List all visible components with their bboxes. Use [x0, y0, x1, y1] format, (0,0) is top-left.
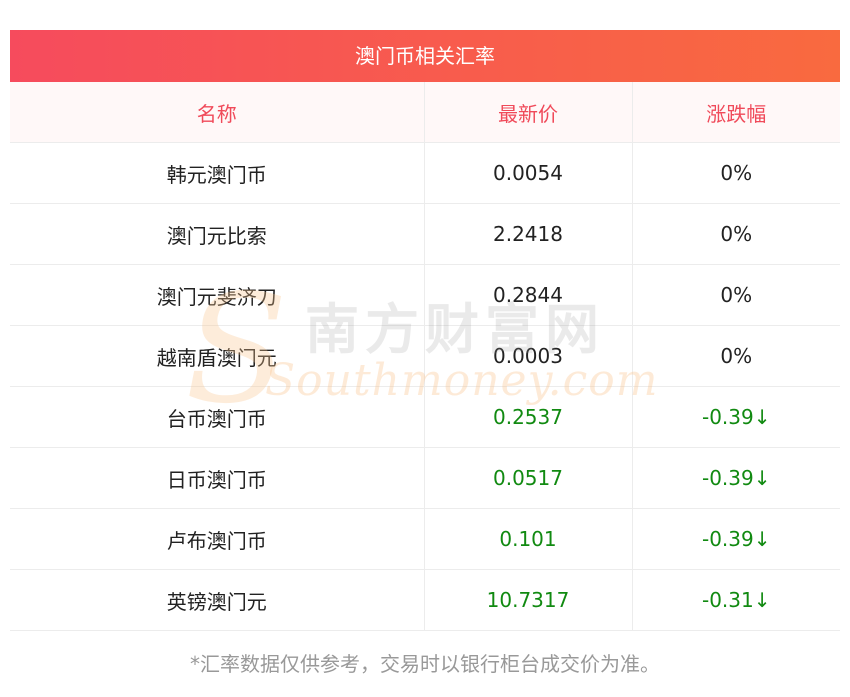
row-change: -0.39↓: [631, 447, 840, 509]
row-name: 英镑澳门元: [10, 569, 424, 631]
table-row[interactable]: 澳门元斐济刀 0.2844 0%: [10, 264, 840, 326]
row-name: 日币澳门币: [10, 447, 424, 509]
table-row[interactable]: 日币澳门币 0.0517 -0.39↓: [10, 447, 840, 509]
row-price: 0.2844: [423, 264, 632, 326]
row-change: 0%: [631, 325, 840, 387]
row-change: -0.31↓: [631, 569, 840, 631]
row-change: -0.39↓: [631, 386, 840, 448]
row-price: 0.101: [423, 508, 632, 570]
row-name: 澳门元斐济刀: [10, 264, 424, 326]
rate-table: 名称 最新价 涨跌幅 韩元澳门币 0.0054 0% 澳门元比索 2.2418 …: [10, 82, 840, 631]
row-name: 卢布澳门币: [10, 508, 424, 570]
page: 澳门币相关汇率 名称 最新价 涨跌幅 韩元澳门币 0.0054 0% 澳门元比索…: [0, 0, 850, 697]
card-title: 澳门币相关汇率: [10, 30, 840, 82]
table-row[interactable]: 越南盾澳门元 0.0003 0%: [10, 325, 840, 387]
table-row[interactable]: 台币澳门币 0.2537 -0.39↓: [10, 386, 840, 448]
row-name: 澳门元比索: [10, 203, 424, 265]
table-row[interactable]: 澳门元比索 2.2418 0%: [10, 203, 840, 265]
column-header-price: 最新价: [423, 82, 632, 143]
row-price: 0.0054: [423, 142, 632, 204]
row-change: -0.39↓: [631, 508, 840, 570]
table-header-row: 名称 最新价 涨跌幅: [10, 82, 840, 143]
row-price: 0.2537: [423, 386, 632, 448]
table-row[interactable]: 英镑澳门元 10.7317 -0.31↓: [10, 569, 840, 631]
row-price: 0.0517: [423, 447, 632, 509]
column-header-name: 名称: [10, 82, 424, 143]
row-name: 台币澳门币: [10, 386, 424, 448]
row-price: 2.2418: [423, 203, 632, 265]
row-name: 越南盾澳门元: [10, 325, 424, 387]
table-row[interactable]: 韩元澳门币 0.0054 0%: [10, 142, 840, 204]
disclaimer-note: *汇率数据仅供参考，交易时以银行柜台成交价为准。: [190, 652, 660, 676]
row-change: 0%: [631, 142, 840, 204]
column-header-change: 涨跌幅: [631, 82, 840, 143]
row-change: 0%: [631, 264, 840, 326]
row-change: 0%: [631, 203, 840, 265]
row-price: 0.0003: [423, 325, 632, 387]
table-row[interactable]: 卢布澳门币 0.101 -0.39↓: [10, 508, 840, 570]
rate-card: 澳门币相关汇率 名称 最新价 涨跌幅 韩元澳门币 0.0054 0% 澳门元比索…: [10, 30, 840, 631]
row-name: 韩元澳门币: [10, 142, 424, 204]
row-price: 10.7317: [423, 569, 632, 631]
